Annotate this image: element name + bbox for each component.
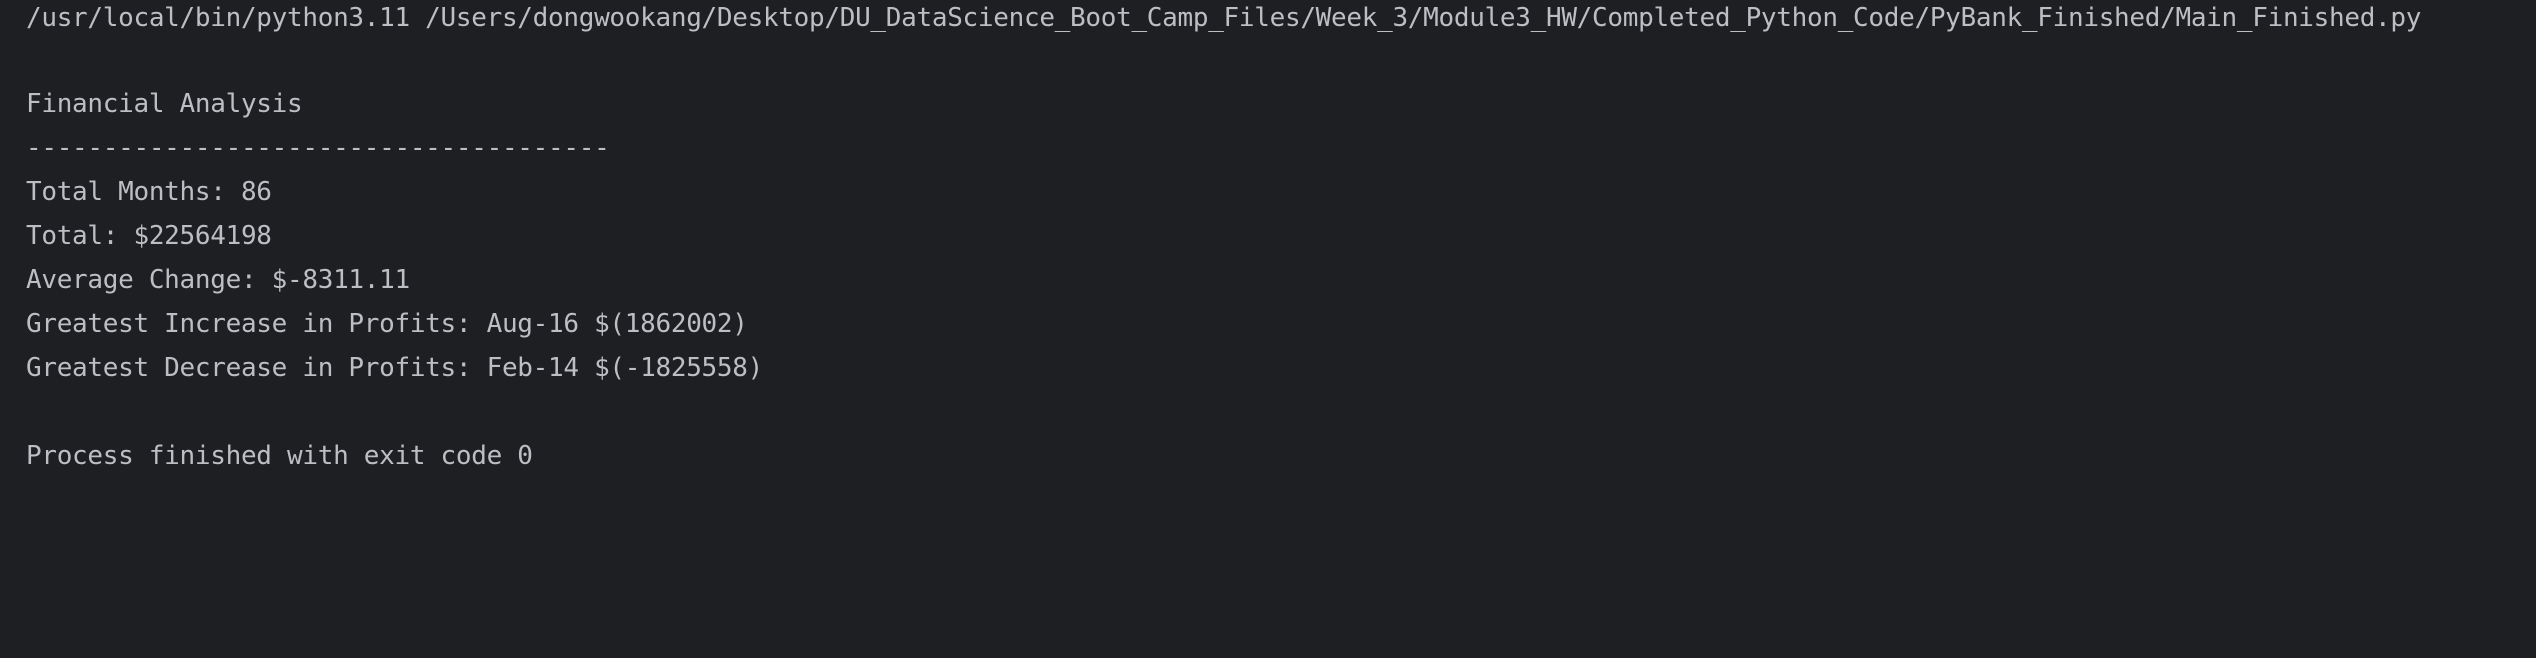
output-total: Total: $22564198 <box>26 221 272 251</box>
command-line: /usr/local/bin/python3.11 /Users/dongwoo… <box>26 3 2422 33</box>
output-greatest-increase: Greatest Increase in Profits: Aug-16 $(1… <box>26 309 748 339</box>
exit-message: Process finished with exit code 0 <box>26 441 533 471</box>
output-title: Financial Analysis <box>26 89 303 119</box>
output-average-change: Average Change: $-8311.11 <box>26 265 410 295</box>
output-greatest-decrease: Greatest Decrease in Profits: Feb-14 $(-… <box>26 353 763 383</box>
output-separator: -------------------------------------- <box>26 133 610 163</box>
run-console-output[interactable]: /usr/local/bin/python3.11 /Users/dongwoo… <box>0 0 2536 658</box>
output-total-months: Total Months: 86 <box>26 177 272 207</box>
